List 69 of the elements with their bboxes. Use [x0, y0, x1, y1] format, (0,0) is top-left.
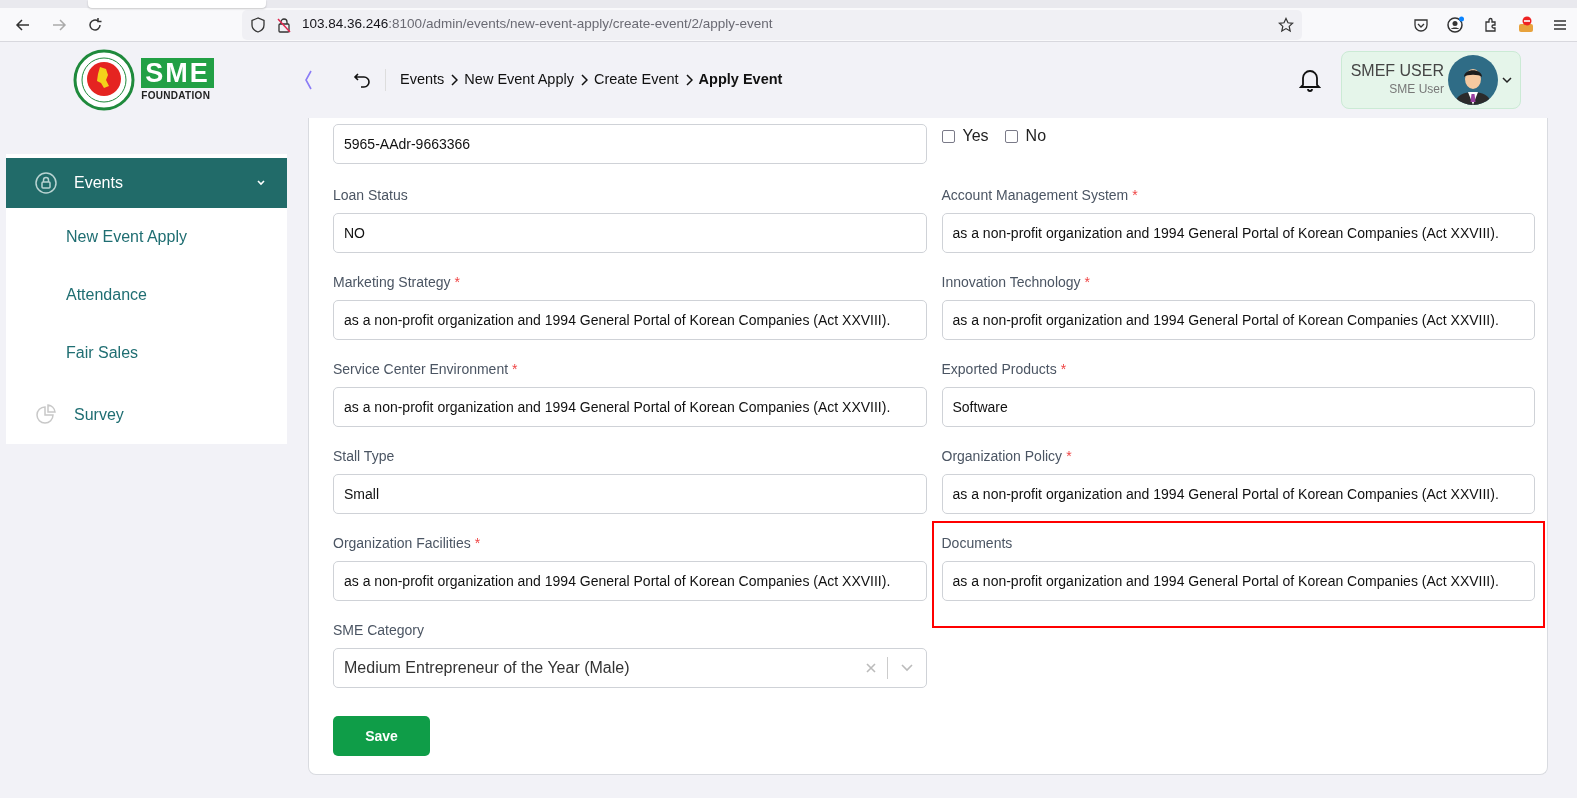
text-field[interactable]: NO	[333, 213, 927, 253]
field-label: Account Management System	[941, 187, 1129, 203]
field-label: Organization Facilities	[333, 535, 471, 551]
avatar	[1448, 55, 1498, 105]
extensions-icon[interactable]	[1483, 16, 1499, 33]
required-mark: *	[1060, 361, 1067, 377]
chevron-icon	[684, 74, 693, 86]
user-name: SMEF USER	[1350, 62, 1444, 80]
pocket-icon[interactable]	[1413, 16, 1429, 33]
required-mark: *	[1084, 274, 1091, 290]
text-field[interactable]: as a non-profit organization and 1994 General Portal of Korean Companies (Act XXVIII).	[333, 300, 927, 340]
text-field[interactable]: as a non-profit organization and 1994 General Portal of Korean Companies (Act XXVIII).	[941, 213, 1535, 253]
text-field[interactable]: as a non-profit organization and 1994 General Portal of Korean Companies (Act XXVIII).	[941, 474, 1535, 514]
menu-icon[interactable]	[1553, 17, 1567, 32]
breadcrumb-link[interactable]: New Event Apply	[464, 69, 574, 91]
required-mark: *	[454, 274, 460, 290]
text-field[interactable]: Software	[941, 387, 1535, 427]
required-mark: *	[512, 361, 518, 377]
pie-chart-icon	[34, 403, 58, 427]
insecure-lock-icon	[276, 16, 292, 33]
required-mark: *	[474, 535, 481, 551]
sidebar-item[interactable]: Survey	[6, 390, 287, 440]
logo-caption: FOUNDATION	[141, 88, 211, 103]
field-label: Loan Status	[333, 187, 408, 203]
save-button[interactable]: Save	[333, 716, 430, 756]
lock-icon	[34, 171, 58, 195]
text-field[interactable]: as a non-profit organization and 1994 General Portal of Korean Companies (Act XXVIII).	[333, 561, 927, 601]
field-label: Documents	[941, 535, 1013, 551]
sidebar-subitem[interactable]: Fair Sales	[6, 324, 287, 382]
emblem-icon	[73, 49, 136, 111]
user-menu[interactable]: SMEF USER SME User	[1341, 51, 1521, 109]
chevron-icon	[579, 74, 588, 86]
caret-icon	[1502, 76, 1512, 84]
field-label: Innovation Technology	[941, 274, 1081, 290]
url-host: 103.84.36.246	[302, 16, 389, 32]
address-bar[interactable]: 103.84.36.246:8100/admin/events/new-event-apply/create-event/2/apply-event	[242, 9, 1302, 40]
shield-icon	[250, 16, 266, 33]
user-role: SME User	[1388, 80, 1444, 98]
url-path: :8100/admin/events/new-event-apply/create-event/2/apply-event	[388, 16, 773, 32]
sidebar-subitem[interactable]: New Event Apply	[6, 208, 287, 266]
logo-text: SME	[141, 57, 214, 88]
text-field[interactable]: Small	[333, 474, 927, 514]
required-mark: *	[1066, 448, 1072, 464]
notification-bell-icon[interactable]	[1299, 68, 1321, 92]
breadcrumb-link[interactable]: Events	[400, 69, 445, 91]
text-field[interactable]: as a non-profit organization and 1994 General Portal of Korean Companies (Act XXVIII).	[941, 561, 1535, 601]
sidebar-item[interactable]: Events	[6, 158, 287, 208]
extension-icon[interactable]	[1517, 15, 1535, 34]
collapse-icon[interactable]	[303, 69, 313, 91]
caret-icon	[257, 180, 265, 186]
chevron-icon	[450, 74, 459, 86]
field-label: Marketing Strategy	[333, 274, 451, 290]
back-arrow-icon[interactable]	[353, 72, 371, 88]
breadcrumb-link[interactable]: Create Event	[593, 69, 679, 91]
account-icon[interactable]	[1447, 15, 1465, 34]
field-label: SME Category	[333, 622, 425, 638]
text-field[interactable]: as a non-profit organization and 1994 General Portal of Korean Companies (Act XXVIII).	[941, 300, 1535, 340]
required-mark: *	[1132, 187, 1138, 203]
text-field[interactable]: 5965-AAdr-9663366	[333, 124, 927, 164]
current-page-title: Apply Event	[698, 70, 783, 90]
field-label: Exported Products	[941, 361, 1057, 377]
checkbox-option[interactable]: No	[1004, 124, 1047, 148]
field-label: Stall Type	[333, 448, 395, 464]
checkbox-option[interactable]: Yes	[941, 124, 989, 148]
star-icon[interactable]	[1278, 16, 1294, 33]
field-label: Service Center Environment	[333, 361, 509, 377]
sidebar-subitem[interactable]: Attendance	[6, 266, 287, 324]
text-field[interactable]: as a non-profit organization and 1994 General Portal of Korean Companies (Act XXVIII).	[333, 387, 927, 427]
field-label: Organization Policy	[941, 448, 1063, 464]
